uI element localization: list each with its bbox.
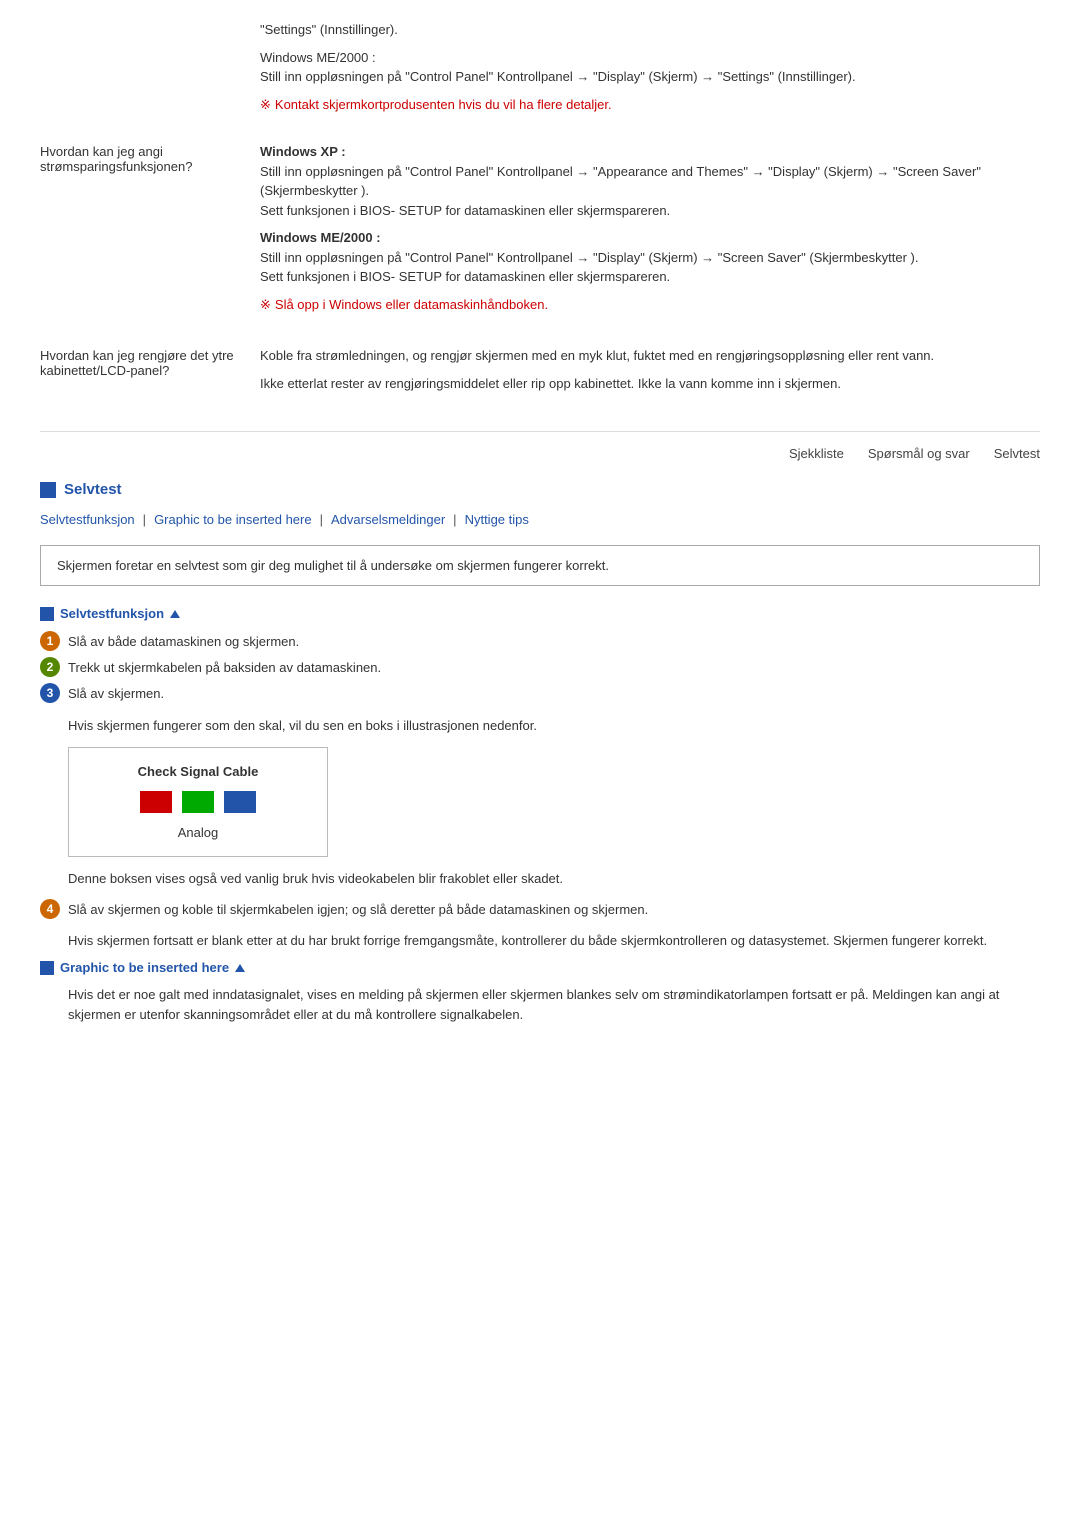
step3-indent-text: Hvis skjermen fungerer som den skal, vil… (68, 716, 1040, 736)
graphic-section-title: Graphic to be inserted here (60, 960, 229, 975)
bottom-nav: Sjekkliste Spørsmål og svar Selvtest (40, 431, 1040, 461)
selvtest-header: Selvtest (40, 481, 1040, 498)
color-blocks (85, 791, 311, 813)
step-num-3: 3 (40, 683, 60, 703)
step-text-1: Slå av både datamaskinen og skjermen. (68, 631, 299, 651)
color-block-red (140, 791, 172, 813)
steps-list: 1 Slå av både datamaskinen og skjermen. … (40, 631, 1040, 704)
step-num-2: 2 (40, 657, 60, 677)
nav-selvtest[interactable]: Selvtest (994, 446, 1040, 461)
note-link: ※Kontakt skjermkortprodusenten hvis du v… (260, 95, 1040, 115)
step-4: 4 Slå av skjermen og koble til skjermkab… (40, 899, 1040, 919)
qa-answer-1-win-xp: Windows XP : Still inn oppløsningen på "… (260, 142, 1040, 220)
top-left-empty (40, 20, 260, 122)
qa-answer-1-win-me: Windows ME/2000 : Still inn oppløsningen… (260, 228, 1040, 287)
step-3: 3 Slå av skjermen. (40, 683, 1040, 703)
step-text-2: Trekk ut skjermkabelen på baksiden av da… (68, 657, 381, 677)
step3-after-text: Denne boksen vises også ved vanlig bruk … (68, 869, 1040, 889)
qa-row-1: Hvordan kan jeg angi strømsparingsfunksj… (40, 142, 1040, 322)
qa-answer-1: Windows XP : Still inn oppløsningen på "… (260, 142, 1040, 322)
step4-indent-text: Hvis skjermen fortsatt er blank etter at… (68, 931, 1040, 951)
nav-sporsmal[interactable]: Spørsmål og svar (868, 446, 970, 461)
signal-box-subtitle: Analog (85, 825, 311, 840)
qa-row-2: Hvordan kan jeg rengjøre det ytre kabine… (40, 346, 1040, 401)
subsection-icon (40, 607, 54, 621)
color-block-blue (224, 791, 256, 813)
sub-nav-item-3[interactable]: Nyttige tips (465, 512, 529, 527)
step-text-3: Slå av skjermen. (68, 683, 164, 703)
step4-list: 4 Slå av skjermen og koble til skjermkab… (40, 899, 1040, 919)
selvtest-icon (40, 482, 56, 498)
qa-question-1: Hvordan kan jeg angi strømsparingsfunksj… (40, 142, 260, 322)
top-right-content: "Settings" (Innstillinger). Windows ME/2… (260, 20, 1040, 122)
arrow-up-icon (170, 610, 180, 618)
graphic-section-icon (40, 961, 54, 975)
qa-question-2: Hvordan kan jeg rengjøre det ytre kabine… (40, 346, 260, 401)
settings-line: "Settings" (Innstillinger). (260, 20, 1040, 40)
signal-box-title: Check Signal Cable (85, 764, 311, 779)
graphic-arrow-icon (235, 964, 245, 972)
graphic-section-text: Hvis det er noe galt med inndatasignalet… (68, 985, 1040, 1024)
sub-nav-item-1[interactable]: Graphic to be inserted here (154, 512, 312, 527)
info-box-text: Skjermen foretar en selvtest som gir deg… (57, 558, 609, 573)
windows-me-label: Windows ME/2000 : Still inn oppløsningen… (260, 48, 1040, 87)
qa-answer-2: Koble fra strømledningen, og rengjør skj… (260, 346, 1040, 401)
selvtest-title: Selvtest (64, 481, 122, 498)
info-box: Skjermen foretar en selvtest som gir deg… (40, 545, 1040, 586)
graphic-section-header: Graphic to be inserted here (40, 960, 1040, 975)
step-num-4: 4 (40, 899, 60, 919)
nav-sjekkliste[interactable]: Sjekkliste (789, 446, 844, 461)
qa-answer-1-note: ※Slå opp i Windows eller datamaskinhåndb… (260, 295, 1040, 315)
step-1: 1 Slå av både datamaskinen og skjermen. (40, 631, 1040, 651)
subsection-header: Selvtestfunksjon (40, 606, 1040, 621)
color-block-green (182, 791, 214, 813)
step-2: 2 Trekk ut skjermkabelen på baksiden av … (40, 657, 1040, 677)
qa-answer-2-text2: Ikke etterlat rester av rengjøringsmidde… (260, 374, 1040, 394)
qa-answer-2-text1: Koble fra strømledningen, og rengjør skj… (260, 346, 1040, 366)
sub-nav: Selvtestfunksjon | Graphic to be inserte… (40, 512, 1040, 527)
sub-nav-item-0[interactable]: Selvtestfunksjon (40, 512, 135, 527)
sub-nav-item-2[interactable]: Advarselsmeldinger (331, 512, 445, 527)
step-text-4: Slå av skjermen og koble til skjermkabel… (68, 899, 648, 919)
step-num-1: 1 (40, 631, 60, 651)
signal-box: Check Signal Cable Analog (68, 747, 328, 857)
subsection-title: Selvtestfunksjon (60, 606, 164, 621)
